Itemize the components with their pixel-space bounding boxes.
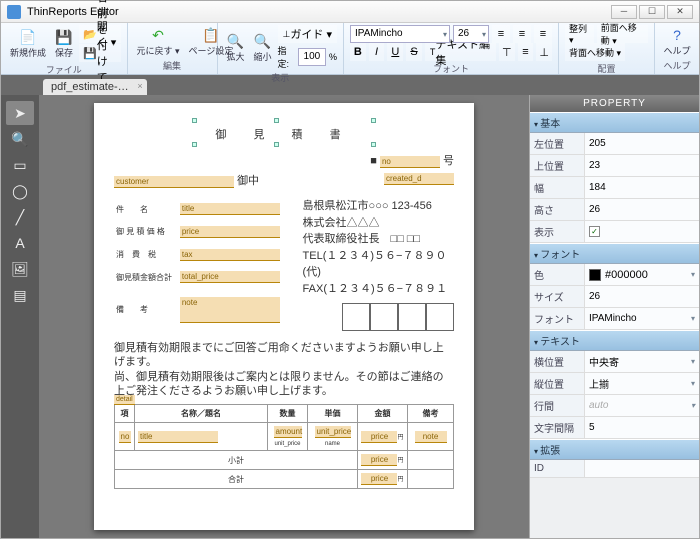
document-tab[interactable]: pdf_estimate-…×	[43, 79, 147, 95]
saveas-button[interactable]: 💾名前を付けて保存	[79, 44, 120, 62]
prop-left[interactable]: 205	[585, 133, 699, 154]
guide-button[interactable]: ⊥ガイド ▾	[278, 25, 337, 43]
text-tool[interactable]: A	[6, 231, 34, 255]
canvas-area[interactable]: 御 見 積 書 ■ no 号 customer 御中 created_d 件 名…	[39, 95, 529, 538]
move-front-button[interactable]: 前面へ移動 ▾	[597, 25, 648, 43]
doc-title[interactable]: 御 見 積 書	[114, 121, 454, 144]
prop-color[interactable]: #000000	[585, 264, 699, 285]
fld-tax[interactable]: tax	[180, 249, 280, 261]
line-tool[interactable]: ╱	[6, 205, 34, 229]
prop-font[interactable]: IPAMincho	[585, 308, 699, 329]
tab-close-icon[interactable]: ×	[137, 81, 142, 91]
select-tool[interactable]: ➤	[6, 101, 34, 125]
italic-button[interactable]: I	[369, 43, 385, 61]
prop-lineheight[interactable]: auto	[585, 395, 699, 416]
group-layout-label: 配置	[565, 61, 648, 75]
zoomout-button[interactable]: 🔍縮小	[251, 31, 275, 64]
font-family-select[interactable]: IPAMincho	[350, 25, 450, 43]
zoomin-button[interactable]: 🔍拡大	[224, 31, 248, 64]
prop-size[interactable]: 26	[585, 286, 699, 307]
prop-width[interactable]: 184	[585, 177, 699, 198]
group-edit-label: 編集	[134, 58, 211, 72]
valign-top-button[interactable]: ⊤	[499, 43, 515, 61]
fld-note[interactable]: note	[180, 297, 280, 323]
align-left-button[interactable]: ≡	[492, 25, 510, 43]
align-menu[interactable]: 整列 ▾	[565, 25, 594, 43]
prop-letterspace[interactable]: 5	[585, 417, 699, 438]
valign-bot-button[interactable]: ⊥	[536, 43, 552, 61]
text-edit-button[interactable]: T テキスト編集	[425, 43, 496, 61]
align-center-button[interactable]: ≡	[513, 25, 531, 43]
app-icon	[7, 5, 21, 19]
close-button[interactable]: ✕	[667, 5, 693, 19]
fld-customer[interactable]: customer	[114, 176, 234, 188]
prop-top[interactable]: 23	[585, 155, 699, 176]
fld-total[interactable]: total_price	[180, 271, 280, 283]
section-font[interactable]: フォント	[530, 243, 699, 264]
group-file-label: ファイル	[7, 62, 121, 76]
fld-title[interactable]: title	[180, 203, 280, 215]
align-right-button[interactable]: ≡	[534, 25, 552, 43]
section-ext[interactable]: 拡張	[530, 439, 699, 460]
detail-table[interactable]: 項名称／題名数量単価金額備考 no title amountunit_price…	[114, 404, 454, 489]
company-info: 島根県松江市○○○ 123-456株式会社△△△ 代表取締役社長 □□ □□TE…	[303, 198, 454, 331]
underline-button[interactable]: U	[387, 43, 403, 61]
fld-no[interactable]: no	[380, 156, 440, 168]
disclaimer: 御見積有効期限までにご回答ご用命くださいますようお願い申し上げます。尚、御見積有…	[114, 341, 454, 398]
strike-button[interactable]: S	[406, 43, 422, 61]
prop-valign[interactable]: 上揃	[585, 373, 699, 394]
ellipse-tool[interactable]: ◯	[6, 179, 34, 203]
prop-height[interactable]: 26	[585, 199, 699, 220]
property-header: PROPERTY	[530, 95, 699, 112]
bold-button[interactable]: B	[350, 43, 366, 61]
group-view-label: 表示	[224, 70, 338, 84]
fld-date[interactable]: created_d	[384, 173, 454, 185]
fld-price[interactable]: price	[180, 226, 280, 238]
list-tool[interactable]: ▤	[6, 283, 34, 307]
image-tool[interactable]: 🖼	[6, 257, 34, 281]
help-button[interactable]: ?ヘルプ	[661, 25, 693, 58]
group-font-label: フォント	[350, 61, 552, 75]
rect-tool[interactable]: ▭	[6, 153, 34, 177]
minimize-button[interactable]: ─	[611, 5, 637, 19]
prop-halign[interactable]: 中央寄	[585, 351, 699, 372]
save-button[interactable]: 💾保存	[52, 27, 76, 60]
undo-button[interactable]: ↶元に戻す ▾	[134, 25, 183, 58]
zoom-input[interactable]: 100	[298, 48, 326, 66]
section-text[interactable]: テキスト	[530, 330, 699, 351]
valign-mid-button[interactable]: ≡	[518, 43, 534, 61]
zoom-tool[interactable]: 🔍	[6, 127, 34, 151]
move-back-button[interactable]: 背面へ移動 ▾	[565, 43, 625, 61]
report-page[interactable]: 御 見 積 書 ■ no 号 customer 御中 created_d 件 名…	[94, 103, 474, 530]
prop-id[interactable]	[585, 460, 699, 477]
font-size-select[interactable]: 26	[453, 25, 489, 43]
new-button[interactable]: 📄新規作成	[7, 27, 49, 60]
prop-display[interactable]: ✓	[585, 221, 699, 242]
maximize-button[interactable]: ☐	[639, 5, 665, 19]
section-basic[interactable]: 基本	[530, 112, 699, 133]
